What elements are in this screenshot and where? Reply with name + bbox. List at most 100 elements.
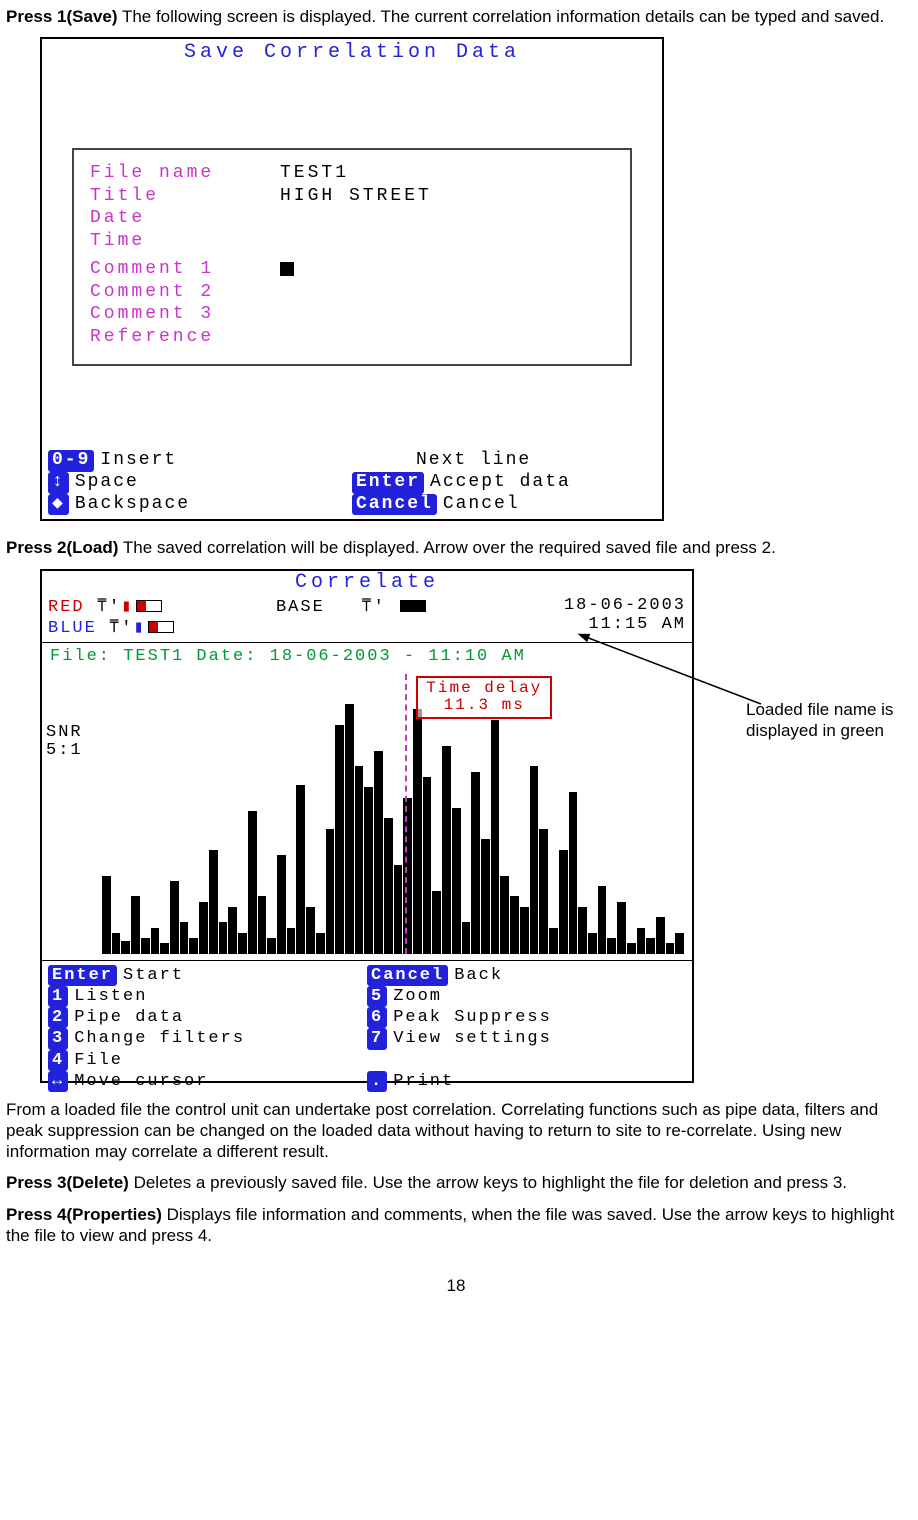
battery-red-icon bbox=[136, 600, 162, 612]
status-blue: BLUE bbox=[48, 619, 97, 638]
bar bbox=[170, 881, 179, 954]
correlation-chart: SNR5:1 Time delay11.3 ms bbox=[102, 674, 684, 954]
key-cap: Enter bbox=[352, 472, 424, 494]
key-text: Zoom bbox=[393, 987, 442, 1006]
status-base: BASE bbox=[276, 598, 325, 617]
bar bbox=[296, 785, 305, 954]
key-text: Pipe data bbox=[74, 1008, 184, 1027]
key-cap: 7 bbox=[367, 1028, 387, 1049]
time-delay-box: Time delay11.3 ms bbox=[416, 676, 552, 719]
paragraph-after-correlate: From a loaded file the control unit can … bbox=[6, 1099, 906, 1163]
key-cap: 0-9 bbox=[48, 450, 94, 472]
bar bbox=[510, 896, 519, 953]
status-time: 11:15 AM bbox=[588, 615, 686, 634]
bar bbox=[364, 787, 373, 953]
key-hint: ↔Move cursor bbox=[48, 1071, 367, 1092]
bar bbox=[569, 792, 578, 953]
press2-bold: Press 2(Load) bbox=[6, 538, 118, 557]
paragraph-press3: Press 3(Delete) Deletes a previously sav… bbox=[6, 1172, 906, 1193]
save-dialog: File nameTEST1TitleHIGH STREETDateTime C… bbox=[72, 148, 632, 366]
key-hint: 7 View settings bbox=[367, 1028, 686, 1049]
press1-text: The following screen is displayed. The c… bbox=[118, 7, 885, 26]
key-text: Start bbox=[123, 966, 184, 985]
bar bbox=[374, 751, 383, 954]
field-label: Date bbox=[90, 207, 280, 230]
bar bbox=[675, 933, 684, 954]
bar bbox=[335, 725, 344, 954]
key-text: Move cursor bbox=[74, 1072, 208, 1091]
bar bbox=[656, 917, 665, 953]
paragraph-press1: Press 1(Save) The following screen is di… bbox=[6, 6, 906, 27]
key-hint: ◆Backspace bbox=[48, 494, 352, 516]
press1-bold: Press 1(Save) bbox=[6, 7, 118, 26]
red-bar-icon: ▮ bbox=[121, 598, 133, 617]
bar bbox=[248, 811, 257, 954]
bar bbox=[549, 928, 558, 954]
bar bbox=[345, 704, 354, 954]
bar bbox=[160, 943, 169, 953]
key-cap: Cancel bbox=[352, 494, 437, 516]
bar bbox=[617, 902, 626, 954]
bar bbox=[384, 818, 393, 953]
bar bbox=[452, 808, 461, 954]
field-label: Comment 1 bbox=[90, 258, 280, 281]
bar bbox=[559, 850, 568, 954]
bar bbox=[413, 709, 422, 953]
field-row: Comment 2 bbox=[90, 281, 614, 304]
bar bbox=[238, 933, 247, 954]
field-row: File nameTEST1 bbox=[90, 162, 614, 185]
bar bbox=[316, 933, 325, 954]
save-screen: Save Correlation Data File nameTEST1Titl… bbox=[40, 37, 664, 521]
field-value: TEST1 bbox=[280, 162, 349, 185]
bar bbox=[102, 876, 111, 954]
bar bbox=[151, 928, 160, 954]
correlate-wrap: Correlate RED ⍑'▮ BLUE ⍑'▮ BASE ⍑' 18-06… bbox=[6, 569, 906, 1083]
bar bbox=[666, 943, 675, 953]
key-text: Back bbox=[454, 966, 503, 985]
correlate-key-legend: EnterStart1Listen2Pipe data3Change filte… bbox=[42, 960, 692, 1097]
battery-base-icon bbox=[400, 600, 426, 612]
correlate-status-bar: RED ⍑'▮ BLUE ⍑'▮ BASE ⍑' 18-06-2003 11:1… bbox=[42, 594, 692, 643]
key-text: View settings bbox=[393, 1029, 552, 1048]
bar bbox=[121, 941, 130, 954]
key-hint: 2 Pipe data bbox=[48, 1007, 367, 1028]
field-row: Time bbox=[90, 230, 614, 253]
file-info: File: TEST1 Date: 18-06-2003 - 11:10 AM bbox=[42, 643, 692, 670]
bar bbox=[627, 943, 636, 953]
blue-bar-icon: ▮ bbox=[133, 619, 145, 638]
key-cap: Cancel bbox=[367, 965, 448, 986]
key-text: Peak Suppress bbox=[393, 1008, 552, 1027]
bar bbox=[520, 907, 529, 954]
bar bbox=[219, 922, 228, 953]
cursor-line bbox=[405, 674, 407, 954]
key-cap: 2 bbox=[48, 1007, 68, 1028]
bar bbox=[112, 933, 121, 954]
key-text: Cancel bbox=[443, 494, 520, 514]
bar bbox=[530, 766, 539, 953]
key-hint: Cancel Cancel bbox=[352, 494, 656, 516]
key-text: Backspace bbox=[75, 494, 190, 514]
key-text: File bbox=[74, 1051, 123, 1070]
bar bbox=[277, 855, 286, 954]
bar bbox=[306, 907, 315, 954]
key-cap: 1 bbox=[48, 986, 68, 1007]
key-hint: Next line bbox=[352, 450, 656, 472]
battery-blue-icon bbox=[148, 621, 174, 633]
key-cap: ↕ bbox=[48, 472, 69, 494]
key-text: Next line bbox=[416, 450, 531, 470]
field-value bbox=[280, 258, 294, 281]
bar bbox=[607, 938, 616, 954]
field-label: Time bbox=[90, 230, 280, 253]
bar bbox=[471, 772, 480, 954]
bar bbox=[287, 928, 296, 954]
chart-bars bbox=[102, 694, 684, 954]
save-title: Save Correlation Data bbox=[42, 39, 662, 68]
annotation-text: Loaded file name is displayed in green bbox=[746, 699, 896, 742]
key-hint: 3Change filters bbox=[48, 1028, 367, 1049]
key-cap: 4 bbox=[48, 1050, 68, 1071]
key-hint: Cancel Back bbox=[367, 965, 686, 986]
bar bbox=[500, 876, 509, 954]
correlate-title: Correlate bbox=[42, 571, 692, 594]
key-hint: 0-9Insert bbox=[48, 450, 352, 472]
key-cap: 5 bbox=[367, 986, 387, 1007]
